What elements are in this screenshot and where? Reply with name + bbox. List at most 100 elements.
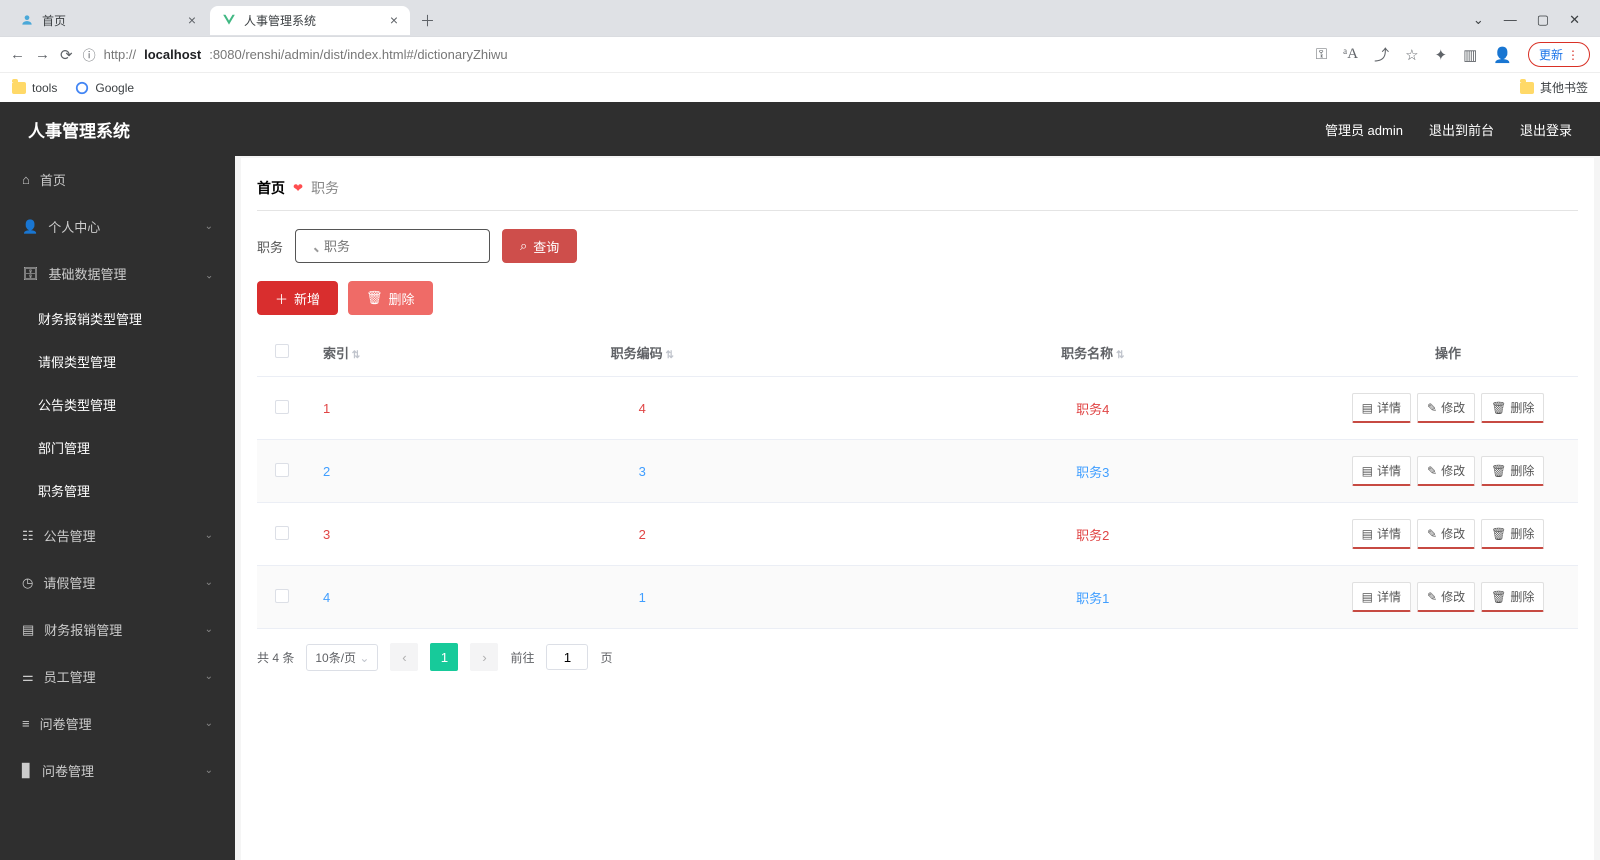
- folder-icon: [12, 82, 26, 94]
- sidebar-sub-finance-type[interactable]: 财务报销类型管理: [0, 297, 235, 340]
- table-row: 4 1 职务1 ▤详情✎修改🗑删除: [257, 566, 1578, 629]
- password-key-icon[interactable]: ⚿: [1316, 46, 1327, 63]
- sidebar-sub-notice-type[interactable]: 公告类型管理: [0, 383, 235, 426]
- sidebar-item-home[interactable]: ⌂首页: [0, 156, 235, 203]
- cell-index[interactable]: 3: [323, 527, 330, 542]
- delete-button[interactable]: 🗑删除: [348, 281, 433, 315]
- goto-frontend-link[interactable]: 退出到前台: [1429, 120, 1494, 139]
- cell-name[interactable]: 职务2: [1076, 528, 1109, 543]
- back-button[interactable]: ←: [10, 46, 25, 63]
- cell-name[interactable]: 职务3: [1076, 465, 1109, 480]
- tab-homepage[interactable]: 首页 ×: [8, 6, 208, 35]
- close-window-icon[interactable]: ✕: [1569, 12, 1580, 28]
- breadcrumb-home[interactable]: 首页: [257, 178, 285, 198]
- pager-next[interactable]: ›: [470, 643, 498, 671]
- detail-button[interactable]: ▤详情: [1352, 582, 1411, 612]
- google-icon: [75, 81, 89, 95]
- detail-button[interactable]: ▤详情: [1352, 456, 1411, 486]
- minimize-icon[interactable]: ―: [1504, 12, 1517, 28]
- row-delete-button[interactable]: 🗑删除: [1481, 456, 1544, 486]
- add-button[interactable]: ＋新增: [257, 281, 338, 315]
- new-tab-button[interactable]: ＋: [420, 10, 435, 31]
- bookmark-google[interactable]: Google: [75, 81, 134, 95]
- edit-button[interactable]: ✎修改: [1417, 393, 1475, 423]
- cell-code[interactable]: 4: [639, 401, 646, 416]
- sidebar-item-basedata[interactable]: 🗄基础数据管理⌃: [0, 250, 235, 297]
- cell-name[interactable]: 职务4: [1076, 402, 1109, 417]
- cell-index[interactable]: 2: [323, 464, 330, 479]
- col-name[interactable]: 职务名称: [868, 329, 1319, 377]
- bookmark-label: Google: [95, 81, 134, 95]
- reload-button[interactable]: ⟳: [60, 46, 73, 64]
- sidebar-sub-position[interactable]: 职务管理: [0, 469, 235, 512]
- sidepanel-icon[interactable]: ▥: [1463, 46, 1477, 64]
- search-input[interactable]: [295, 229, 490, 263]
- sidebar-item-survey[interactable]: ≡问卷管理⌄: [0, 700, 235, 747]
- row-checkbox[interactable]: [275, 526, 289, 540]
- tab-app[interactable]: 人事管理系统 ×: [210, 6, 410, 35]
- trash-icon: 🗑: [366, 290, 383, 306]
- sidebar-item-question[interactable]: ▊问卷管理⌄: [0, 747, 235, 794]
- row-delete-button[interactable]: 🗑删除: [1481, 582, 1544, 612]
- logout-link[interactable]: 退出登录: [1520, 120, 1572, 139]
- edit-button[interactable]: ✎修改: [1417, 582, 1475, 612]
- row-delete-button[interactable]: 🗑删除: [1481, 393, 1544, 423]
- breadcrumb-current: 职务: [311, 178, 339, 198]
- select-all-checkbox[interactable]: [275, 344, 289, 358]
- sidebar-item-leave[interactable]: ◷请假管理⌄: [0, 559, 235, 606]
- col-code[interactable]: 职务编码: [417, 329, 868, 377]
- cell-index[interactable]: 4: [323, 590, 330, 605]
- maximize-icon[interactable]: ▢: [1537, 12, 1549, 28]
- sidebar-sub-dept[interactable]: 部门管理: [0, 426, 235, 469]
- sidebar-sub-leave-type[interactable]: 请假类型管理: [0, 340, 235, 383]
- detail-button[interactable]: ▤详情: [1352, 393, 1411, 423]
- pager-prev[interactable]: ‹: [390, 643, 418, 671]
- translate-icon[interactable]: ᵃA: [1343, 46, 1358, 63]
- extensions-icon[interactable]: ✦: [1435, 46, 1448, 64]
- user-label[interactable]: 管理员 admin: [1325, 120, 1403, 139]
- col-index[interactable]: 索引: [307, 329, 417, 377]
- update-button[interactable]: 更新⋮: [1528, 42, 1590, 67]
- row-checkbox[interactable]: [275, 589, 289, 603]
- cell-code[interactable]: 3: [639, 464, 646, 479]
- profile-icon[interactable]: 👤: [1493, 46, 1512, 64]
- edit-icon: ✎: [1427, 590, 1437, 604]
- pager-page-1[interactable]: 1: [430, 643, 458, 671]
- edit-button[interactable]: ✎修改: [1417, 519, 1475, 549]
- doc-icon: ▊: [22, 763, 32, 779]
- share-icon[interactable]: ⤴: [1374, 44, 1389, 65]
- close-icon[interactable]: ×: [390, 12, 398, 28]
- pager-goto-prefix: 前往: [510, 649, 534, 666]
- pager-goto-input[interactable]: [546, 644, 588, 670]
- sidebar-item-personal[interactable]: 👤个人中心⌄: [0, 203, 235, 250]
- bookmark-tools[interactable]: tools: [12, 81, 57, 95]
- forward-button[interactable]: →: [35, 46, 50, 63]
- address-bar[interactable]: ⓘ http://localhost:8080/renshi/admin/dis…: [83, 45, 1306, 64]
- sidebar-item-notice[interactable]: ☷公告管理⌄: [0, 512, 235, 559]
- action-buttons: ＋新增 🗑删除: [257, 281, 1578, 315]
- row-checkbox[interactable]: [275, 463, 289, 477]
- tab-title: 人事管理系统: [244, 12, 316, 29]
- sidebar-item-finance[interactable]: ▤财务报销管理⌄: [0, 606, 235, 653]
- ops-cell: ▤详情✎修改🗑删除: [1328, 582, 1568, 612]
- bookmark-other[interactable]: 其他书签: [1520, 79, 1588, 96]
- cell-code[interactable]: 1: [639, 590, 646, 605]
- cell-code[interactable]: 2: [639, 527, 646, 542]
- star-icon[interactable]: ☆: [1405, 46, 1418, 64]
- page-size-select[interactable]: 10条/页 ⌄: [306, 644, 378, 671]
- row-checkbox[interactable]: [275, 400, 289, 414]
- cell-index[interactable]: 1: [323, 401, 330, 416]
- col-ops: 操作: [1318, 329, 1578, 377]
- row-delete-button[interactable]: 🗑删除: [1481, 519, 1544, 549]
- site-info-icon[interactable]: ⓘ: [83, 45, 96, 64]
- sidebar-item-employee[interactable]: ⚌员工管理⌄: [0, 653, 235, 700]
- close-icon[interactable]: ×: [188, 12, 196, 28]
- edit-button[interactable]: ✎修改: [1417, 456, 1475, 486]
- chevron-down-icon[interactable]: ⌄: [1473, 12, 1484, 28]
- search-button[interactable]: ⌕查询: [502, 229, 577, 263]
- chevron-down-icon: ⌄: [205, 530, 213, 541]
- url-host: localhost: [144, 47, 201, 62]
- detail-button[interactable]: ▤详情: [1352, 519, 1411, 549]
- cell-name[interactable]: 职务1: [1076, 591, 1109, 606]
- table-row: 2 3 职务3 ▤详情✎修改🗑删除: [257, 440, 1578, 503]
